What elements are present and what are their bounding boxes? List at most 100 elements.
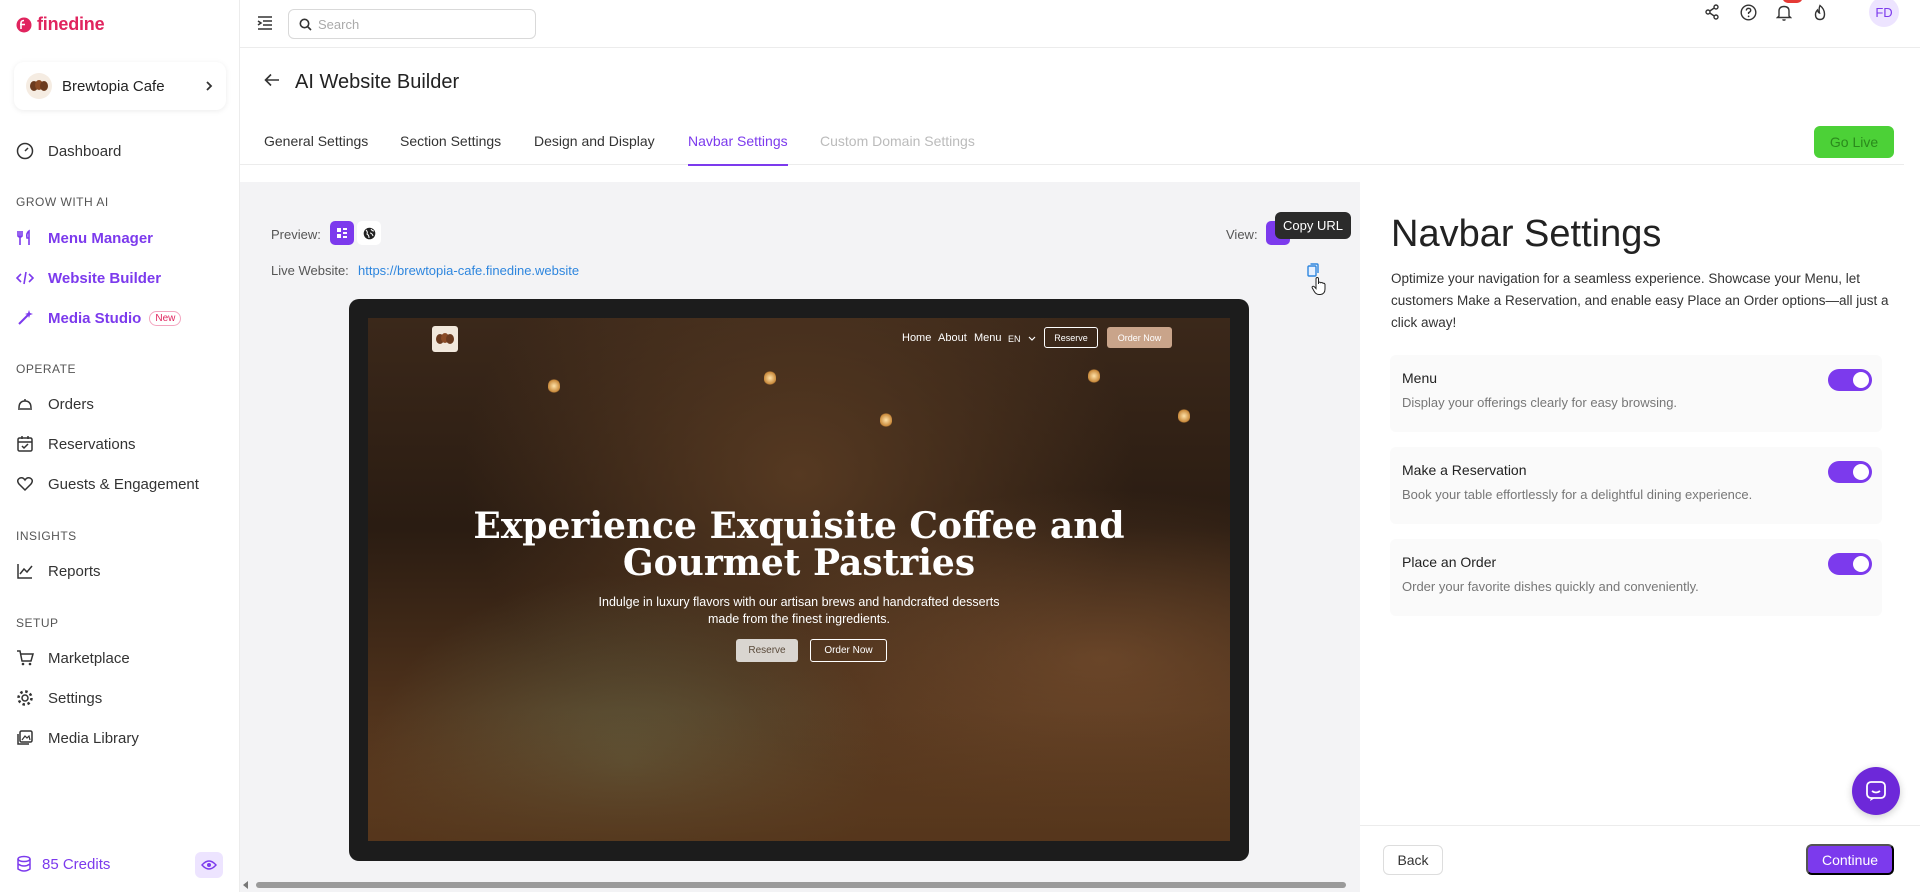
globe-icon xyxy=(363,227,375,239)
site-logo xyxy=(432,326,458,352)
section-insights: INSIGHTS xyxy=(16,529,77,543)
search-input[interactable] xyxy=(318,16,518,32)
tab-custom-domain-settings: Custom Domain Settings xyxy=(820,133,975,149)
view-label: View: xyxy=(1226,227,1258,242)
back-button[interactable]: Back xyxy=(1383,845,1443,875)
sidebar-item-guests[interactable]: Guests & Engagement xyxy=(16,472,199,496)
toggle-card-order: Place an Order Order your favorite dishe… xyxy=(1390,539,1882,616)
finedine-logo[interactable]: finedine xyxy=(16,14,105,35)
toggle-title: Place an Order xyxy=(1402,554,1497,570)
site-nav-home[interactable]: Home xyxy=(902,332,931,344)
share-icon xyxy=(1705,4,1719,20)
site-nav-language[interactable]: EN xyxy=(1008,334,1021,344)
sidebar-item-settings[interactable]: Settings xyxy=(16,686,102,710)
hero-order-button[interactable]: Order Now xyxy=(810,639,887,662)
scrollbar-thumb[interactable] xyxy=(256,882,1346,888)
preview-live-button[interactable] xyxy=(357,221,381,245)
help-button[interactable] xyxy=(1736,0,1760,24)
site-reserve-button[interactable]: Reserve xyxy=(1044,327,1098,348)
new-badge: New xyxy=(149,310,182,326)
finedine-logo-icon xyxy=(16,17,32,32)
preview-panel: Preview: Live Website: https://brewtopia… xyxy=(240,182,1360,892)
line-chart-icon xyxy=(17,564,33,579)
scroll-left-icon xyxy=(243,881,248,889)
sidebar-item-orders[interactable]: Orders xyxy=(16,392,94,416)
site-nav-menu[interactable]: Menu xyxy=(974,332,1002,344)
chevron-right-icon xyxy=(206,81,213,91)
sidebar-item-label: Media Studio xyxy=(48,309,142,327)
preview-label: Preview: xyxy=(271,227,321,242)
sidebar-item-website-builder[interactable]: Website Builder xyxy=(16,266,161,290)
website-preview-screen[interactable]: Home About Menu EN Reserve Order Now Exp… xyxy=(368,318,1230,841)
horizontal-scrollbar[interactable] xyxy=(240,878,1360,892)
hero-reserve-button[interactable]: Reserve xyxy=(736,639,798,662)
menu-toggle-switch[interactable] xyxy=(1828,369,1872,391)
sidebar-item-media-library[interactable]: Media Library xyxy=(16,726,139,750)
hero-title-line: Experience Exquisite Coffee and xyxy=(473,505,1125,547)
tab-navbar-settings[interactable]: Navbar Settings xyxy=(688,133,788,166)
section-operate: OPERATE xyxy=(16,362,76,376)
credits[interactable]: 85 Credits xyxy=(16,855,110,873)
user-avatar[interactable]: FD xyxy=(1869,0,1899,27)
sidebar-item-reports[interactable]: Reports xyxy=(16,559,101,583)
sidebar-item-label: Website Builder xyxy=(48,269,162,287)
page-title: AI Website Builder xyxy=(295,71,460,93)
sidebar-item-label: Media Library xyxy=(48,729,139,747)
support-chat-button[interactable] xyxy=(1852,767,1900,815)
reservation-toggle-switch[interactable] xyxy=(1828,461,1872,483)
sidebar-toggle-button[interactable] xyxy=(256,14,274,32)
continue-button[interactable]: Continue xyxy=(1806,844,1894,875)
calendar-check-icon xyxy=(17,436,33,452)
arrow-left-icon xyxy=(264,73,279,87)
order-toggle-switch[interactable] xyxy=(1828,553,1872,575)
hero-subtitle-line: Indulge in luxury flavors with our artis… xyxy=(598,595,1000,609)
sidebar-item-menu-manager[interactable]: Menu Manager xyxy=(16,226,153,250)
tab-design-display[interactable]: Design and Display xyxy=(534,133,655,149)
sidebar-item-marketplace[interactable]: Marketplace xyxy=(16,646,130,670)
fork-knife-icon xyxy=(17,229,30,245)
hero-title: Experience Exquisite Coffee and Gourmet … xyxy=(368,508,1230,582)
menu-collapse-icon xyxy=(257,16,272,30)
coins-stack-icon xyxy=(17,855,31,872)
grid-icon xyxy=(337,228,347,238)
sidebar-item-label: Guests & Engagement xyxy=(48,475,199,493)
section-setup: SETUP xyxy=(16,616,59,630)
sidebar-item-media-studio[interactable]: Media Studio New xyxy=(16,306,182,330)
copy-icon xyxy=(1307,263,1319,277)
visibility-toggle-button[interactable] xyxy=(195,852,223,878)
pendant-lamp xyxy=(1178,408,1190,424)
sidebar-item-reservations[interactable]: Reservations xyxy=(16,432,136,456)
sidebar-item-label: Reservations xyxy=(48,435,136,453)
preview-editor-button[interactable] xyxy=(330,221,354,245)
help-icon xyxy=(1739,3,1757,21)
sidebar-item-dashboard[interactable]: Dashboard xyxy=(16,139,121,163)
activity-button[interactable] xyxy=(1808,0,1832,24)
copy-url-button[interactable] xyxy=(1307,263,1319,277)
live-website-link[interactable]: https://brewtopia-cafe.finedine.website xyxy=(358,263,579,278)
coffee-beans-icon xyxy=(30,80,48,91)
notifications-button[interactable]: 12 xyxy=(1772,0,1804,24)
sidebar: finedine Brewtopia Cafe Dashboard GROW W… xyxy=(0,0,240,892)
share-button[interactable] xyxy=(1700,0,1724,24)
hero-title-line: Gourmet Pastries xyxy=(622,542,976,584)
notification-count-badge: 12 xyxy=(1782,0,1804,3)
back-arrow-button[interactable] xyxy=(264,73,280,87)
footer-divider xyxy=(1360,825,1920,826)
site-order-button[interactable]: Order Now xyxy=(1107,327,1172,348)
sidebar-item-label: Dashboard xyxy=(48,142,122,160)
pendant-lamp xyxy=(1088,368,1100,384)
site-nav-about[interactable]: About xyxy=(938,332,967,344)
coffee-beans-icon xyxy=(436,333,454,344)
go-live-button[interactable]: Go Live xyxy=(1814,126,1894,158)
venue-selector[interactable]: Brewtopia Cafe xyxy=(14,62,226,110)
logo-text: finedine xyxy=(37,14,105,34)
toggle-card-reservation: Make a Reservation Book your table effor… xyxy=(1390,447,1882,524)
toggle-description: Order your favorite dishes quickly and c… xyxy=(1402,579,1699,594)
hero-subtitle-line: made from the finest ingredients. xyxy=(707,612,891,626)
search-box xyxy=(288,9,536,39)
tab-section-settings[interactable]: Section Settings xyxy=(400,133,501,149)
toggle-title: Menu xyxy=(1402,370,1438,386)
panel-title: Navbar Settings xyxy=(1391,213,1662,255)
tab-general-settings[interactable]: General Settings xyxy=(264,133,368,149)
device-frame: Home About Menu EN Reserve Order Now Exp… xyxy=(349,299,1249,861)
